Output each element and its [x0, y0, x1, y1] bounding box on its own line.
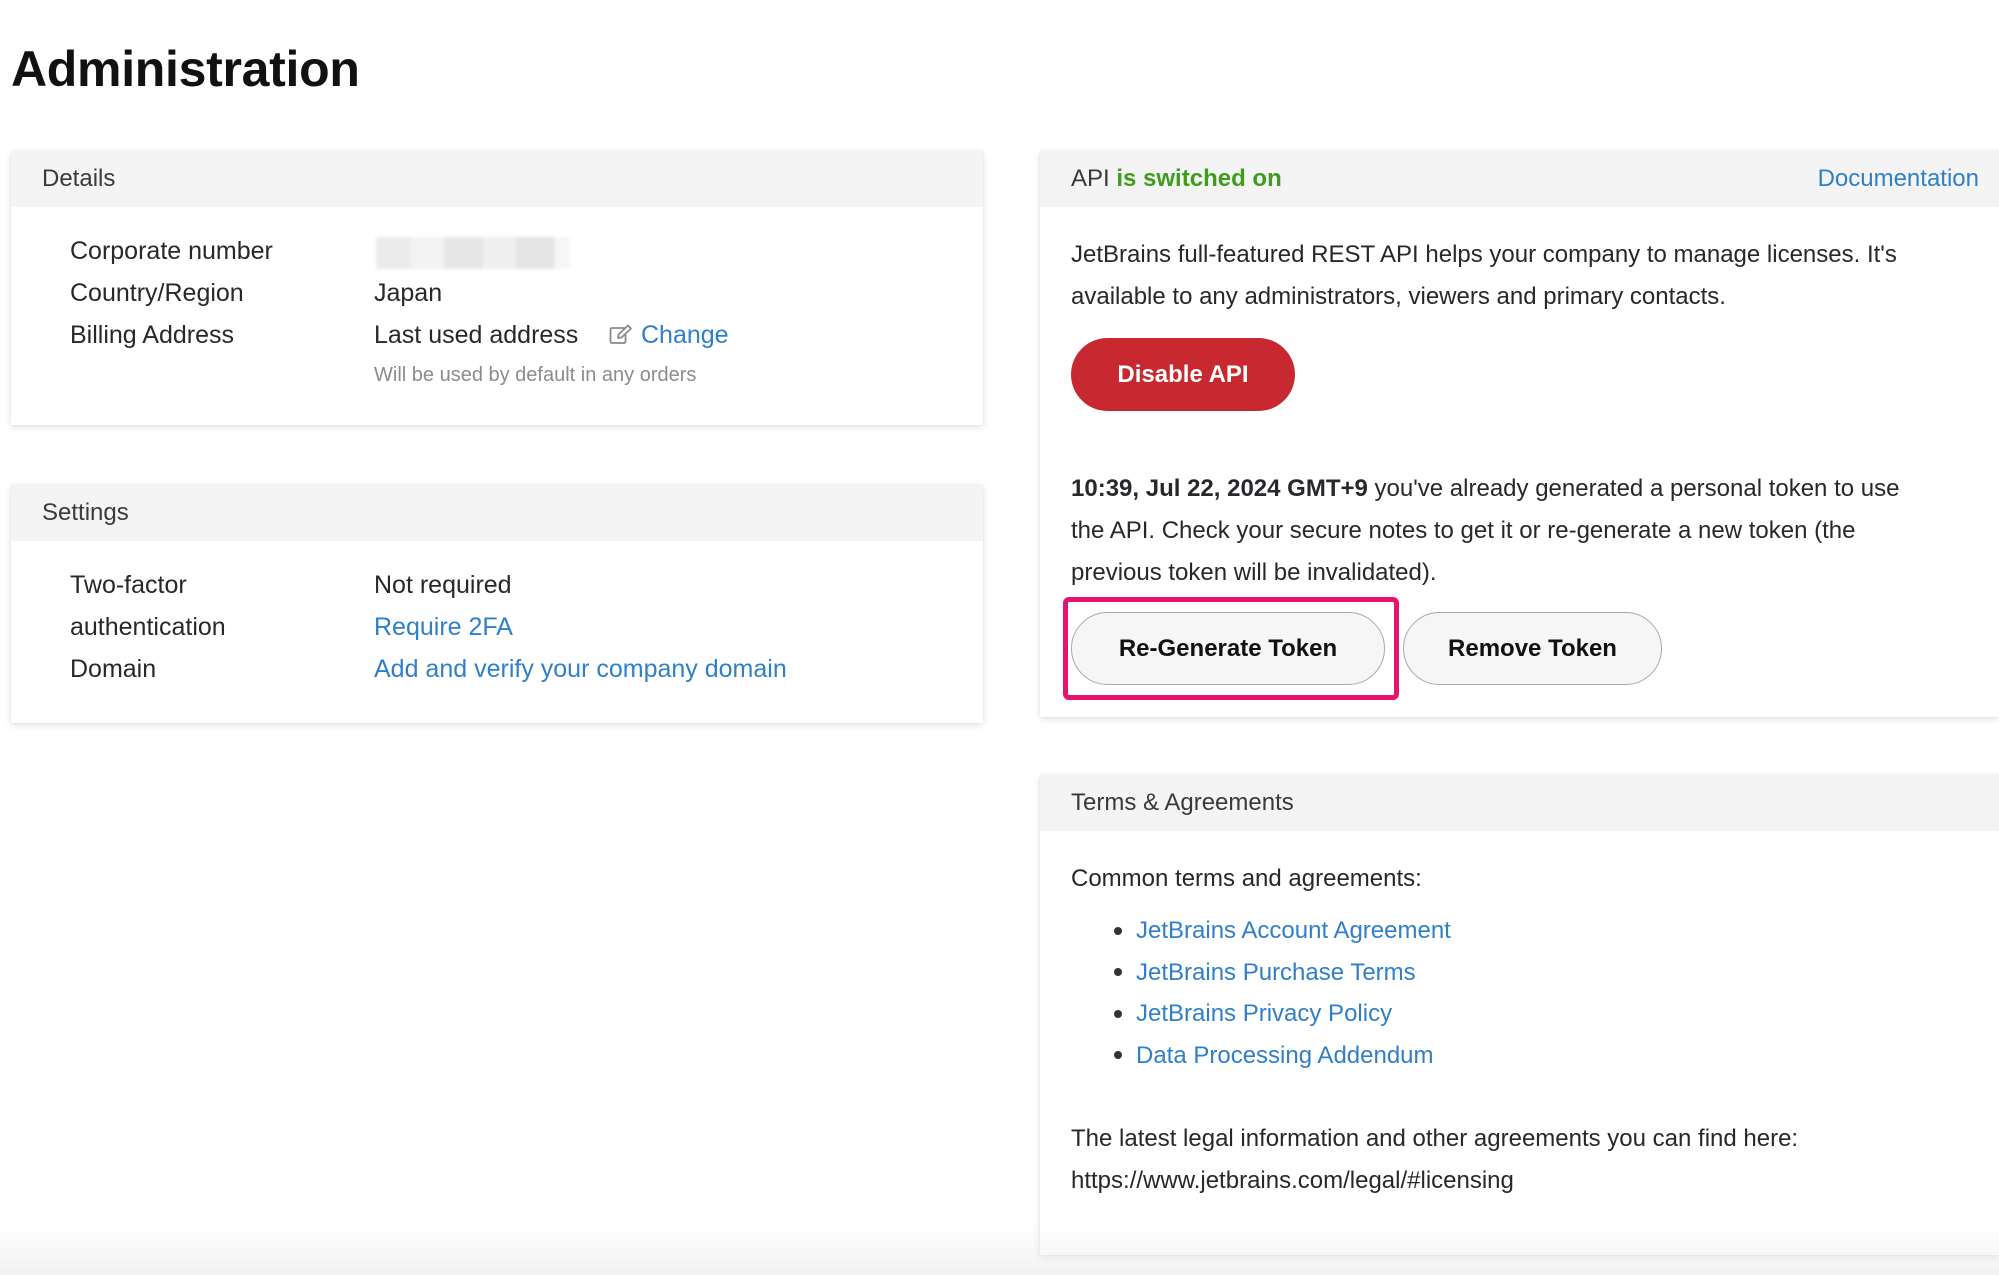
bullet-icon [1114, 1051, 1122, 1060]
data-processing-addendum-link[interactable]: Data Processing Addendum [1136, 1035, 1434, 1077]
legal-licensing-link[interactable]: https://www.jetbrains.com/legal/#licensi… [1071, 1167, 1514, 1195]
terms-header: Terms & Agreements [1040, 775, 1999, 831]
remove-token-button[interactable]: Remove Token [1403, 612, 1662, 685]
api-status: is switched on [1116, 165, 1282, 192]
change-billing-address-link[interactable]: Change [609, 321, 729, 350]
list-item: JetBrains Purchase Terms [1114, 952, 1451, 994]
bullet-icon [1114, 968, 1122, 977]
domain-label: Domain [70, 655, 157, 683]
account-agreement-link[interactable]: JetBrains Account Agreement [1136, 910, 1451, 952]
list-item: Data Processing Addendum [1114, 1035, 1451, 1077]
two-factor-label-line1: Two-factor [70, 571, 187, 599]
require-2fa-link[interactable]: Require 2FA [374, 613, 513, 642]
billing-address-note: Will be used by default in any orders [374, 364, 697, 386]
two-factor-label-line2: authentication [70, 613, 226, 641]
list-item: JetBrains Privacy Policy [1114, 993, 1451, 1035]
list-item: JetBrains Account Agreement [1114, 910, 1451, 952]
details-header: Details [11, 151, 983, 207]
terms-list: JetBrains Account Agreement JetBrains Pu… [1114, 910, 1451, 1076]
regenerate-token-button[interactable]: Re-Generate Token [1071, 612, 1385, 685]
legal-info-text: The latest legal information and other a… [1071, 1125, 1799, 1152]
change-link-label: Change [641, 321, 729, 349]
bullet-icon [1114, 926, 1122, 935]
settings-header: Settings [11, 485, 983, 541]
token-info-line1: 10:39, Jul 22, 2024 GMT+9 you've already… [1071, 468, 1981, 510]
token-info-line3: previous token will be invalidated). [1071, 559, 1437, 586]
terms-intro: Common terms and agreements: [1071, 865, 1422, 892]
token-info: 10:39, Jul 22, 2024 GMT+9 you've already… [1071, 468, 1981, 594]
documentation-link[interactable]: Documentation [1818, 165, 1979, 193]
country-region-value: Japan [374, 279, 443, 307]
api-label: API [1071, 165, 1110, 192]
token-info-line2: the API. Check your secure notes to get … [1071, 517, 1856, 544]
corporate-number-value-redacted [376, 237, 570, 269]
administration-page: Administration Details Corporate number … [0, 0, 1999, 1275]
token-timestamp: 10:39, Jul 22, 2024 GMT+9 [1071, 475, 1368, 502]
purchase-terms-link[interactable]: JetBrains Purchase Terms [1136, 952, 1416, 994]
settings-panel: Settings Two-factor authentication Not r… [11, 485, 983, 723]
terms-panel: Terms & Agreements Common terms and agre… [1040, 775, 1999, 1255]
api-description: JetBrains full-featured REST API helps y… [1071, 234, 1981, 318]
billing-address-value: Last used address [374, 321, 579, 349]
api-description-line1: JetBrains full-featured REST API helps y… [1071, 241, 1897, 268]
page-title: Administration [11, 41, 360, 97]
privacy-policy-link[interactable]: JetBrains Privacy Policy [1136, 993, 1392, 1035]
api-description-line2: available to any administrators, viewers… [1071, 283, 1726, 310]
api-status-title: API is switched on [1071, 165, 1282, 193]
disable-api-button[interactable]: Disable API [1071, 338, 1295, 411]
add-domain-link[interactable]: Add and verify your company domain [374, 655, 787, 684]
edit-icon [609, 324, 632, 344]
api-panel: API is switched on Documentation JetBrai… [1040, 151, 1999, 717]
details-panel: Details Corporate number Country/Region … [11, 151, 983, 425]
billing-address-label: Billing Address [70, 321, 234, 349]
token-text-line1: you've already generated a personal toke… [1367, 475, 1900, 502]
corporate-number-label: Corporate number [70, 237, 273, 265]
api-header: API is switched on Documentation [1040, 151, 1999, 207]
bullet-icon [1114, 1009, 1122, 1018]
country-region-label: Country/Region [70, 279, 244, 307]
two-factor-value: Not required [374, 571, 512, 599]
